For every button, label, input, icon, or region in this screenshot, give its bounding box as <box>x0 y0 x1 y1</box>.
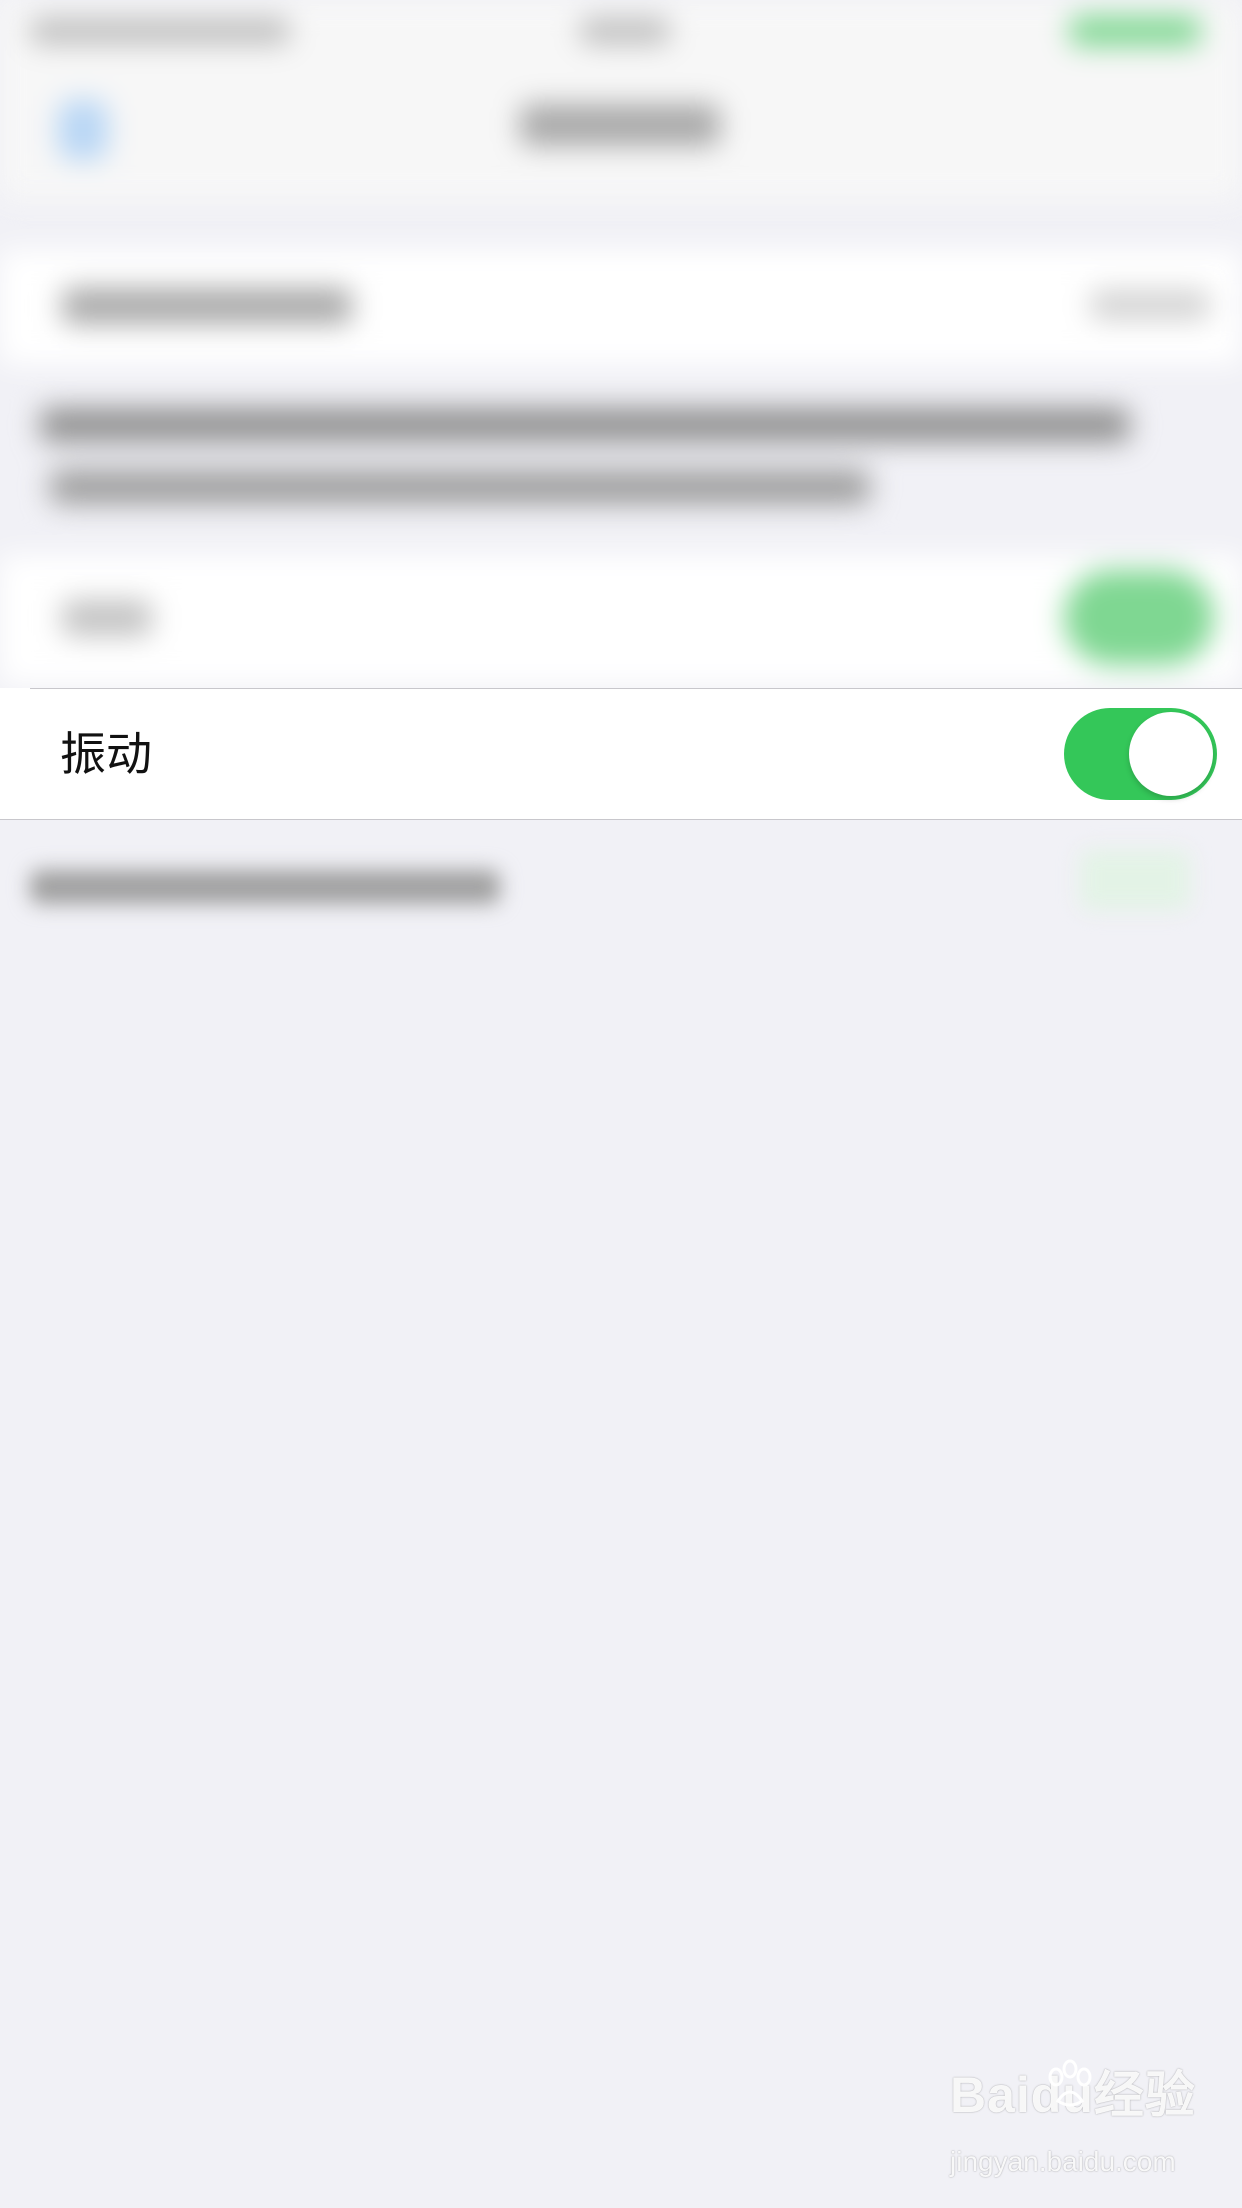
blurred-footer <box>0 820 1242 1020</box>
blurred-back-icon <box>58 100 108 160</box>
vibrate-label: 振动 <box>60 727 152 781</box>
blurred-status-bar <box>30 18 290 44</box>
paw-icon <box>1048 2059 1092 2107</box>
blurred-footer-shape <box>1080 850 1190 910</box>
blurred-description-line-2 <box>50 470 870 504</box>
vibrate-toggle[interactable] <box>1064 708 1217 800</box>
toggle-knob <box>1129 712 1213 796</box>
blurred-battery <box>1070 16 1200 46</box>
blurred-cell-2 <box>0 555 1242 685</box>
blurred-cell-2-label <box>62 600 152 636</box>
blurred-title <box>520 104 720 146</box>
vibrate-row: 振动 <box>0 688 1242 820</box>
blurred-status-time <box>580 18 670 44</box>
watermark-url: jingyan.baidu.com <box>950 2146 1176 2177</box>
blurred-toggle <box>1064 570 1214 665</box>
blurred-description-line-1 <box>40 408 1130 442</box>
blurred-cell-value <box>1090 290 1210 320</box>
separator <box>30 688 1242 689</box>
blurred-footer-text <box>30 870 500 904</box>
blurred-cell-label <box>62 288 352 324</box>
baidu-watermark: Baidu经验 jingyan.baidu.com <box>950 2059 1200 2195</box>
